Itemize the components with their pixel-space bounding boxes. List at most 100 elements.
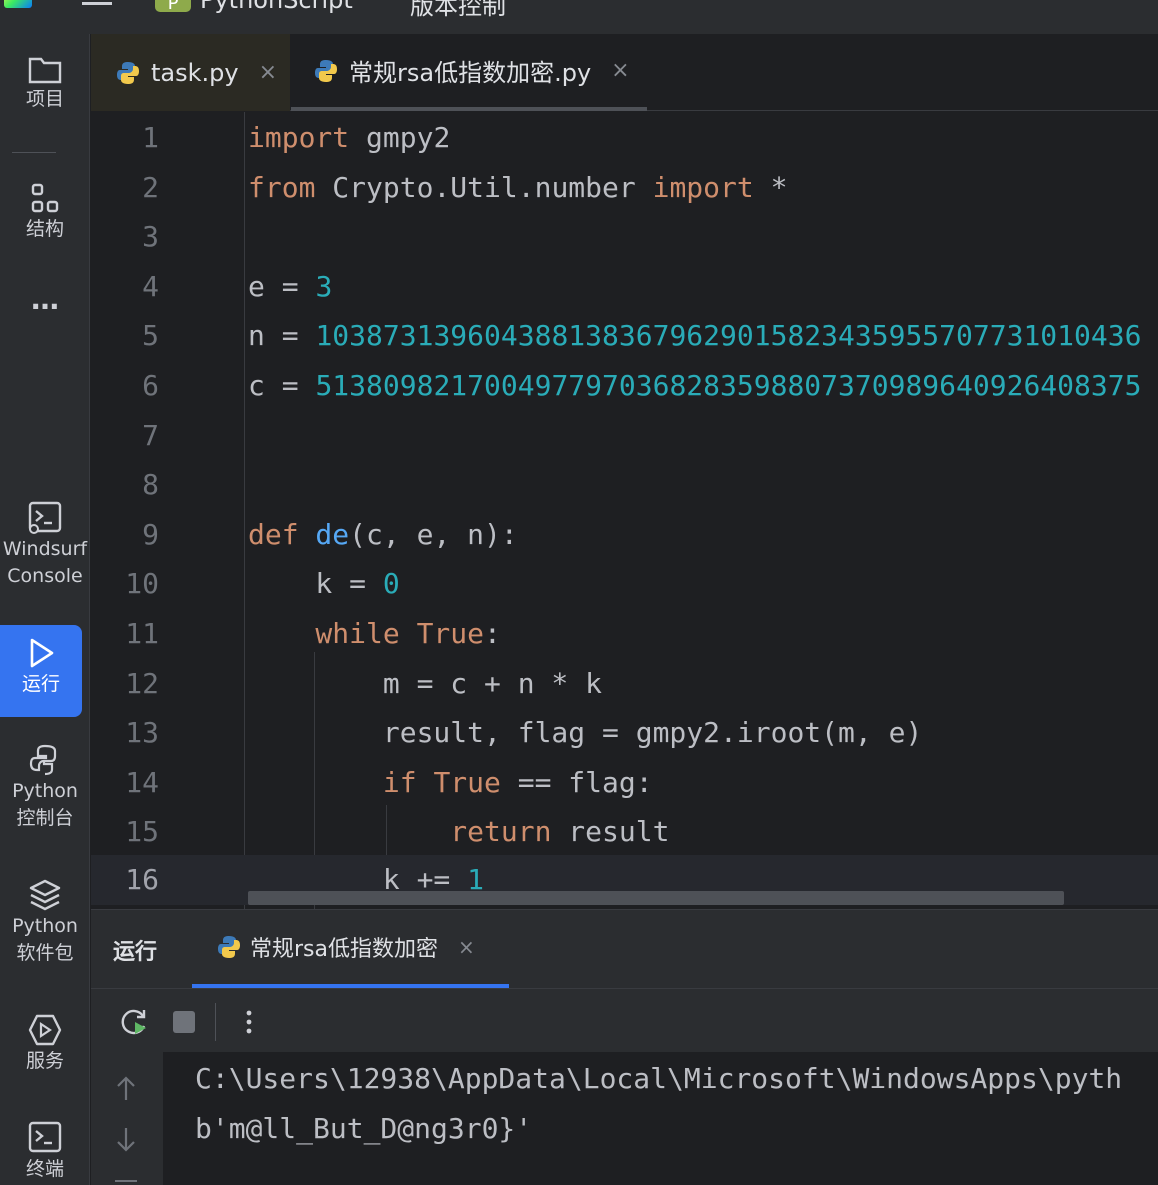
- layers-icon: [29, 879, 61, 911]
- code-line: 6 c = 51380982170049779703682835988073709…: [91, 361, 1158, 411]
- code-text: def de(c, e, n):: [248, 517, 518, 551]
- python-icon: [29, 744, 57, 776]
- tool-python-packages[interactable]: Python 软件包: [0, 877, 90, 967]
- services-icon: [28, 1014, 62, 1046]
- title-bar: P PythonScript 版本控制: [0, 0, 1158, 34]
- tool-label: 结构: [25, 218, 64, 240]
- tool-services[interactable]: 服务: [0, 1012, 90, 1075]
- code-line: 15 return result: [91, 807, 1158, 857]
- code-line: 1 import gmpy2: [91, 113, 1158, 163]
- code-text: return result: [248, 815, 670, 849]
- tool-label: 终端: [25, 1158, 64, 1180]
- code-text: result, flag = gmpy2.iroot(m, e): [248, 716, 923, 750]
- more-icon: …: [31, 283, 59, 316]
- tab-rsa-py[interactable]: 常规rsa低指数加密.py ×: [291, 34, 647, 111]
- vcs-menu[interactable]: 版本控制: [410, 0, 506, 21]
- tool-label: 服务: [25, 1050, 64, 1072]
- tool-project[interactable]: 项目: [0, 54, 90, 113]
- console-gutter: [91, 1052, 163, 1185]
- folder-icon: [28, 57, 62, 84]
- structure-icon: [31, 183, 59, 213]
- line-number: 1: [142, 121, 159, 154]
- more-options-icon[interactable]: [241, 1007, 257, 1037]
- project-badge[interactable]: P: [155, 0, 191, 14]
- code-text: if True == flag:: [248, 765, 653, 799]
- code-line: 14 if True == flag:: [91, 758, 1158, 808]
- line-number: 13: [125, 716, 159, 750]
- line-number: 16: [125, 863, 159, 896]
- tool-windsurf-console[interactable]: Windsurf Console: [0, 500, 90, 590]
- tool-label: Python 软件包: [12, 915, 78, 964]
- tab-task-py[interactable]: task.py ×: [91, 34, 290, 111]
- code-text: k = 0: [248, 567, 400, 601]
- run-panel-title: 运行: [113, 940, 158, 965]
- stop-icon[interactable]: [173, 1011, 195, 1033]
- console-line: C:\Users\12938\AppData\Local\Microsoft\W…: [195, 1062, 1123, 1095]
- tab-label: 常规rsa低指数加密.py: [349, 59, 592, 87]
- app-logo-icon[interactable]: [4, 0, 32, 8]
- console-line: b'm@ll_But_D@ng3r0}': [195, 1112, 533, 1145]
- tab-close-icon[interactable]: ×: [259, 60, 277, 85]
- code-line: 4 e = 3: [91, 262, 1158, 312]
- code-line: 3: [91, 212, 1158, 262]
- scroll-down-icon[interactable]: [115, 1126, 137, 1154]
- tool-label: 项目: [25, 88, 64, 110]
- tool-label: Python 控制台: [12, 780, 78, 829]
- run-toolbar: [91, 988, 1158, 1052]
- scroll-up-icon[interactable]: [115, 1074, 137, 1102]
- code-line: 5 n = 10387313960438813836796290158234359…: [91, 311, 1158, 361]
- line-number: 11: [125, 617, 159, 650]
- code-line: 2 from Crypto.Util.number import *: [91, 163, 1158, 213]
- editor-tabs: task.py × 常规rsa低指数加密.py ×: [91, 34, 1158, 111]
- run-panel: 运行 常规rsa低指数加密 × C:\Users\12938\AppData\L…: [91, 909, 1158, 1185]
- line-number: 7: [142, 418, 159, 452]
- line-number: 12: [125, 666, 159, 700]
- line-number: 2: [142, 170, 159, 204]
- code-line: 13 result, flag = gmpy2.iroot(m, e): [91, 708, 1158, 758]
- tool-label: Windsurf Console: [2, 538, 88, 587]
- soft-wrap-icon[interactable]: [115, 1180, 137, 1182]
- line-number: 5: [142, 319, 159, 353]
- code-editor[interactable]: 1 import gmpy2 2 from Crypto.Util.number i…: [91, 112, 1158, 909]
- tab-label: task.py: [151, 58, 239, 87]
- code-line: 10 k = 0: [91, 559, 1158, 609]
- line-number: 15: [125, 815, 159, 849]
- code-text: m = c + n * k: [248, 666, 603, 700]
- code-text: e = 3: [248, 269, 333, 303]
- code-text: from Crypto.Util.number import *: [248, 170, 788, 204]
- run-config-tab[interactable]: 常规rsa低指数加密 ×: [192, 910, 509, 988]
- tool-label: 运行: [21, 673, 60, 695]
- code-line: 7: [91, 411, 1158, 461]
- code-text: n = 103873139604388138367962901582343595…: [248, 319, 1142, 353]
- tab-close-icon[interactable]: ×: [611, 58, 629, 83]
- run-console-output[interactable]: C:\Users\12938\AppData\Local\Microsoft\W…: [163, 1052, 1158, 1185]
- tool-window-strip: 项目 结构 … Windsurf Console 运行 Python 控制台 P…: [0, 34, 90, 1185]
- tool-structure[interactable]: 结构: [0, 182, 90, 243]
- line-number: 3: [142, 220, 159, 254]
- tab-close-icon[interactable]: ×: [458, 935, 475, 959]
- project-name[interactable]: PythonScript: [200, 0, 353, 14]
- code-line: 8: [91, 460, 1158, 510]
- code-text: c = 513809821700497797036828359880737098…: [248, 369, 1142, 402]
- code-line: 11 while True:: [91, 609, 1158, 659]
- tool-python-console[interactable]: Python 控制台: [0, 742, 90, 832]
- line-number: 9: [142, 517, 159, 551]
- run-tab-label: 常规rsa低指数加密: [250, 937, 438, 962]
- code-text: while True:: [248, 617, 501, 650]
- terminal-icon: [28, 1121, 62, 1153]
- toolbar-divider: [215, 1003, 216, 1041]
- main-menu-icon[interactable]: [82, 2, 112, 5]
- line-number: 14: [125, 765, 159, 799]
- horizontal-scrollbar[interactable]: [248, 891, 1064, 905]
- terminal-icon: [28, 501, 62, 534]
- python-file-icon: [315, 59, 337, 82]
- line-number: 8: [142, 468, 159, 502]
- tool-more[interactable]: …: [0, 283, 90, 316]
- line-number: 6: [142, 369, 159, 402]
- tool-run[interactable]: 运行: [0, 625, 82, 717]
- tool-terminal[interactable]: 终端: [0, 1120, 90, 1183]
- rerun-icon[interactable]: [119, 1007, 149, 1037]
- line-number: 10: [125, 567, 159, 601]
- python-file-icon: [117, 61, 139, 84]
- code-line: 12 m = c + n * k: [91, 659, 1158, 709]
